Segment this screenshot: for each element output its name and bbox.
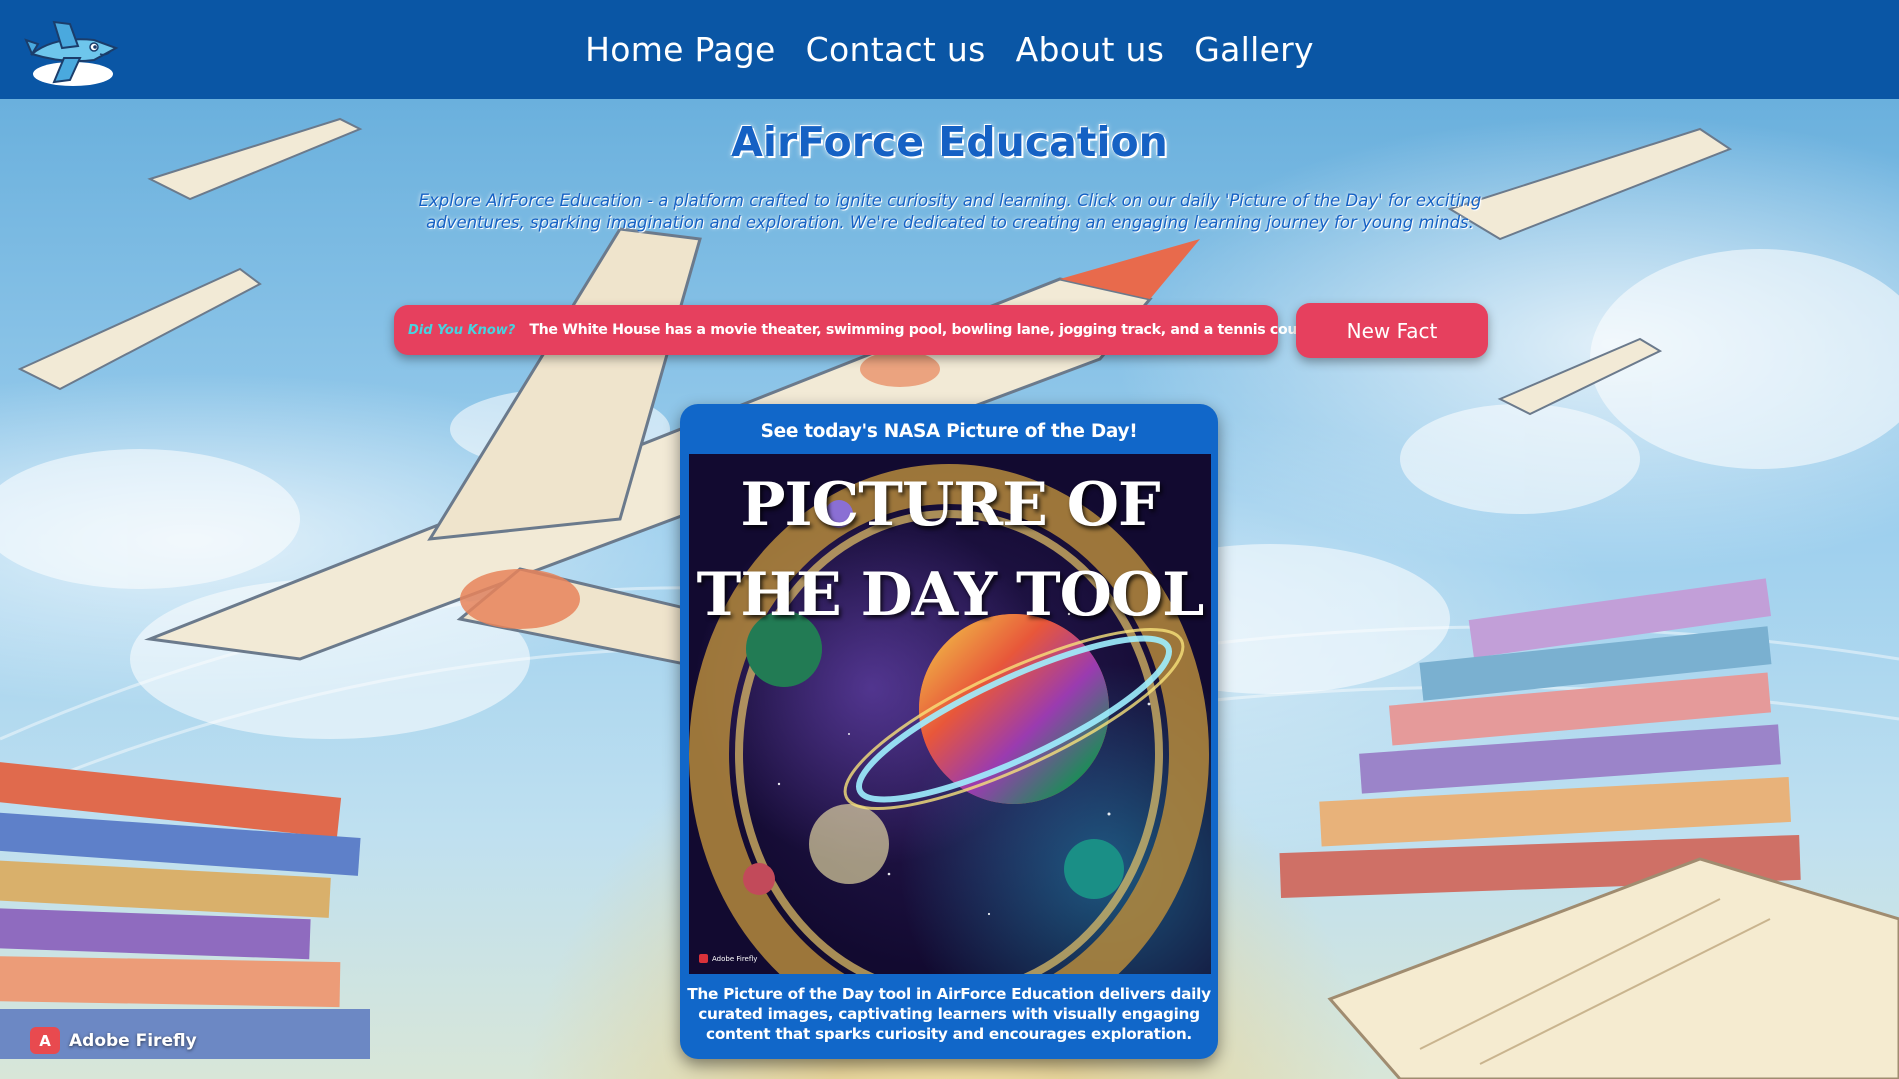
adobe-badge-icon — [699, 954, 708, 963]
fact-label: Did You Know? — [408, 322, 516, 338]
new-fact-button[interactable]: New Fact — [1296, 303, 1488, 358]
card-title: See today's NASA Picture of the Day! — [760, 421, 1138, 442]
adobe-firefly-icon: A — [30, 1027, 60, 1054]
nav-link-about[interactable]: About us — [1016, 30, 1165, 69]
book-stack-left — [0, 760, 370, 1059]
page-title: AirForce Education — [731, 118, 1168, 166]
nav-link-contact[interactable]: Contact us — [806, 30, 986, 69]
poster-title: PICTURE OF THE DAY TOOL — [696, 470, 1205, 630]
poster-watermark-label: Adobe Firefly — [712, 954, 758, 963]
picture-of-the-day-image[interactable]: PICTURE OF THE DAY TOOL Adobe Firefly — [689, 454, 1211, 974]
fact-banner: Did You Know? The White House has a movi… — [394, 305, 1311, 355]
nav-link-gallery[interactable]: Gallery — [1194, 30, 1314, 69]
picture-of-the-day-card: See today's NASA Picture of the Day! PIC… — [680, 404, 1218, 1059]
intro-paragraph: Explore AirForce Education - a platform … — [418, 191, 1482, 232]
top-navbar: Home Page Contact us About us Gallery — [0, 0, 1899, 99]
firefly-watermark: A Adobe Firefly — [30, 1027, 197, 1054]
main-nav: Home Page Contact us About us Gallery — [0, 0, 1899, 99]
poster-watermark: Adobe Firefly — [699, 954, 757, 963]
fact-text: The White House has a movie theater, swi… — [529, 322, 1311, 338]
firefly-label: Adobe Firefly — [69, 1030, 197, 1051]
nav-link-home[interactable]: Home Page — [585, 30, 776, 69]
card-description: The Picture of the Day tool in AirForce … — [687, 985, 1211, 1043]
